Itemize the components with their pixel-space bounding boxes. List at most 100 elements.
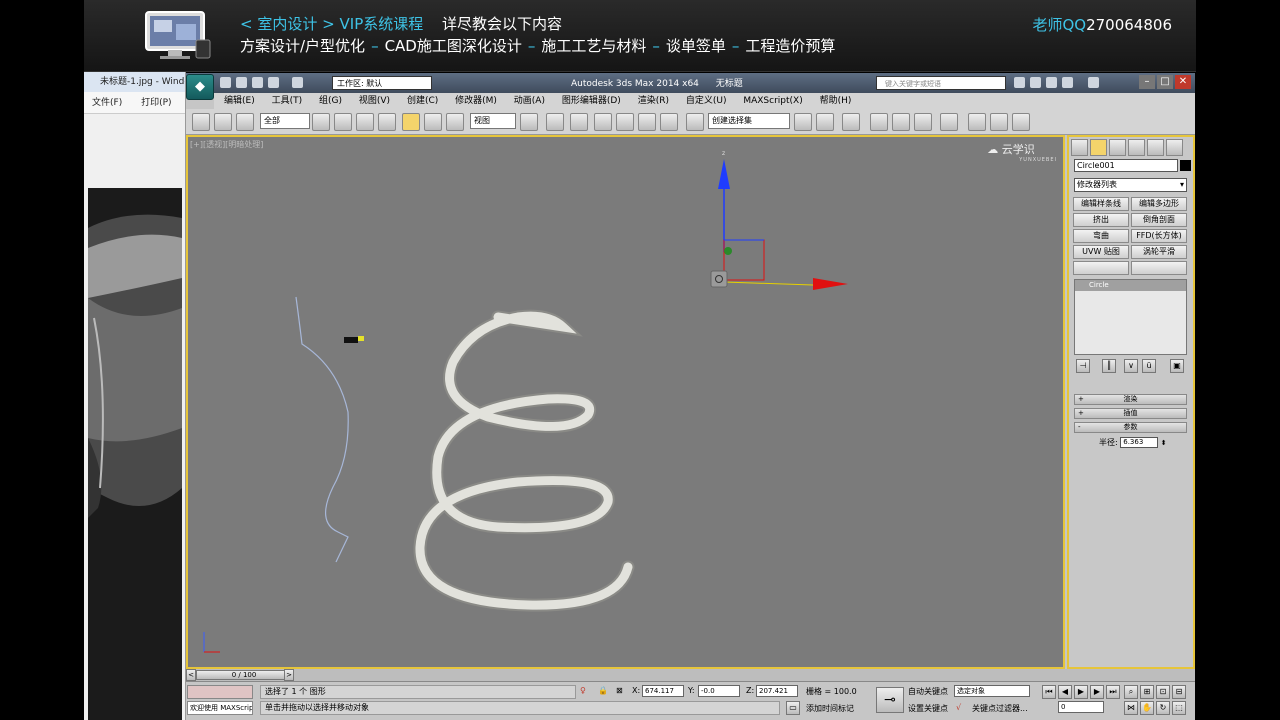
select-manipulate-icon[interactable] xyxy=(546,113,564,131)
play-icon[interactable]: ▶ xyxy=(1074,685,1088,699)
pin-stack-icon[interactable]: ⊣ xyxy=(1076,359,1090,373)
time-tag-icon[interactable]: ▭ xyxy=(786,701,800,715)
menu-modifiers[interactable]: 修改器(M) xyxy=(455,96,497,106)
reference-coord-dropdown[interactable]: 视图 xyxy=(470,113,516,129)
set-key-button[interactable]: 设置关键点 xyxy=(908,703,948,714)
helix-spring[interactable] xyxy=(413,309,635,612)
auto-key-button[interactable]: 自动关键点 xyxy=(908,686,948,697)
close-button[interactable]: ✕ xyxy=(1175,75,1191,89)
select-object-icon[interactable] xyxy=(312,113,330,131)
select-scale-icon[interactable] xyxy=(446,113,464,131)
modifier-list-dropdown[interactable]: 修改器列表 xyxy=(1074,178,1187,192)
perspective-viewport[interactable]: [+][透视][明暗处理] ☁ 云学识 YUNXUEBEI z xyxy=(186,135,1065,669)
layer-manager-icon[interactable] xyxy=(842,113,860,131)
line-shape[interactable] xyxy=(295,296,349,563)
modifier-button[interactable]: 编辑样条线 xyxy=(1073,197,1129,211)
menu-rendering[interactable]: 渲染(R) xyxy=(638,96,669,106)
y-axis-handle[interactable] xyxy=(724,247,732,255)
workspace-dropdown[interactable]: 工作区: 默认 xyxy=(332,76,432,90)
bind-spacewarp-icon[interactable] xyxy=(236,113,254,131)
x-coordinate-field[interactable]: 674.117 xyxy=(642,685,684,697)
select-move-icon[interactable] xyxy=(402,113,420,131)
star-icon[interactable] xyxy=(1062,77,1073,88)
pivot-handle[interactable] xyxy=(710,270,728,288)
camera-object-icon[interactable] xyxy=(344,336,364,343)
render-production-icon[interactable] xyxy=(1012,113,1030,131)
new-icon[interactable] xyxy=(220,77,231,88)
modifier-button[interactable]: 倒角剖面 xyxy=(1131,213,1187,227)
material-editor-icon[interactable] xyxy=(940,113,958,131)
go-to-start-icon[interactable]: ⏮ xyxy=(1042,685,1056,699)
object-color-swatch[interactable] xyxy=(1180,160,1191,171)
make-unique-icon[interactable]: ∨ xyxy=(1124,359,1138,373)
key-filters-button[interactable]: 关键点过滤器... xyxy=(972,703,1028,714)
minimize-button[interactable]: – xyxy=(1139,75,1155,89)
time-slider-track[interactable]: < 0 / 100 > xyxy=(186,669,1195,681)
y-coordinate-field[interactable]: -0.0 xyxy=(698,685,740,697)
zoom-extents-icon[interactable]: ⊡ xyxy=(1156,685,1170,699)
user-icon[interactable] xyxy=(1046,77,1057,88)
radius-spinner-icon[interactable]: ⬍ xyxy=(1161,439,1167,447)
menu-print[interactable]: 打印(P) xyxy=(141,98,171,108)
z-coordinate-field[interactable]: 207.421 xyxy=(756,685,798,697)
undo-icon[interactable] xyxy=(268,77,279,88)
pan-icon[interactable]: ✋ xyxy=(1140,701,1154,715)
z-axis-arrow[interactable] xyxy=(718,159,730,189)
set-key-icon[interactable]: ⊸ xyxy=(876,687,904,713)
radius-input[interactable]: 6.363 xyxy=(1120,437,1159,448)
time-slider-left[interactable]: < xyxy=(186,669,196,681)
utilities-tab-icon[interactable] xyxy=(1166,139,1183,156)
curve-editor-icon[interactable] xyxy=(892,113,910,131)
rendered-frame-icon[interactable] xyxy=(990,113,1008,131)
show-end-result-icon[interactable]: ║ xyxy=(1102,359,1116,373)
add-time-tag[interactable]: 添加时间标记 xyxy=(806,703,854,714)
spinner-snap-icon[interactable] xyxy=(660,113,678,131)
rollout-rendering[interactable]: + 渲染 xyxy=(1074,394,1187,405)
maximize-button[interactable]: □ xyxy=(1157,75,1173,89)
go-to-end-icon[interactable]: ⏭ xyxy=(1106,685,1120,699)
open-icon[interactable] xyxy=(236,77,247,88)
edit-named-selection-icon[interactable] xyxy=(686,113,704,131)
modifier-button-empty[interactable] xyxy=(1131,261,1187,275)
move-gizmo[interactable]: z xyxy=(710,150,848,290)
help-icon[interactable] xyxy=(1088,77,1099,88)
menu-maxscript[interactable]: MAXScript(X) xyxy=(743,96,802,106)
named-selection-dropdown[interactable]: 创建选择集 xyxy=(708,113,790,129)
unlink-icon[interactable] xyxy=(214,113,232,131)
modifier-stack[interactable]: Circle xyxy=(1074,279,1187,355)
modifier-button[interactable]: 弯曲 xyxy=(1073,229,1129,243)
isolate-icon[interactable]: ♀ xyxy=(580,686,586,695)
select-by-name-icon[interactable] xyxy=(334,113,352,131)
menu-views[interactable]: 视图(V) xyxy=(359,96,390,106)
redo-icon[interactable] xyxy=(292,77,303,88)
menu-graph-editors[interactable]: 图形编辑器(D) xyxy=(562,96,621,106)
current-frame-field[interactable]: 0 xyxy=(1058,701,1104,713)
percent-snap-icon[interactable] xyxy=(638,113,656,131)
rect-selection-icon[interactable] xyxy=(356,113,374,131)
menu-create[interactable]: 创建(C) xyxy=(407,96,438,106)
selection-filter-dropdown[interactable]: 全部 xyxy=(260,113,310,129)
menu-group[interactable]: 组(G) xyxy=(319,96,342,106)
absolute-mode-icon[interactable]: ⊠ xyxy=(616,686,623,695)
hierarchy-tab-icon[interactable] xyxy=(1109,139,1126,156)
save-icon[interactable] xyxy=(252,77,263,88)
select-rotate-icon[interactable] xyxy=(424,113,442,131)
angle-snap-icon[interactable] xyxy=(616,113,634,131)
object-name-field[interactable]: Circle001 xyxy=(1074,159,1178,172)
menu-tools[interactable]: 工具(T) xyxy=(272,96,303,106)
key-search-icon[interactable] xyxy=(1030,77,1041,88)
modifier-button[interactable]: 编辑多边形 xyxy=(1131,197,1187,211)
previous-frame-icon[interactable]: ◀ xyxy=(1058,685,1072,699)
rollout-interpolation[interactable]: + 插值 xyxy=(1074,408,1187,419)
lock-selection-icon[interactable]: 🔒 xyxy=(598,686,608,695)
modifier-button[interactable]: UVW 贴图 xyxy=(1073,245,1129,259)
modifier-button[interactable]: 挤出 xyxy=(1073,213,1129,227)
stack-item-circle[interactable]: Circle xyxy=(1075,280,1186,291)
modifier-button[interactable]: FFD(长方体) xyxy=(1131,229,1187,243)
modify-tab-icon[interactable] xyxy=(1090,139,1107,156)
zoom-all-icon[interactable]: ⊞ xyxy=(1140,685,1154,699)
rollout-parameters[interactable]: - 参数 xyxy=(1074,422,1187,433)
zoom-icon[interactable]: ⌕ xyxy=(1124,685,1138,699)
create-tab-icon[interactable] xyxy=(1071,139,1088,156)
menu-animation[interactable]: 动画(A) xyxy=(514,96,545,106)
